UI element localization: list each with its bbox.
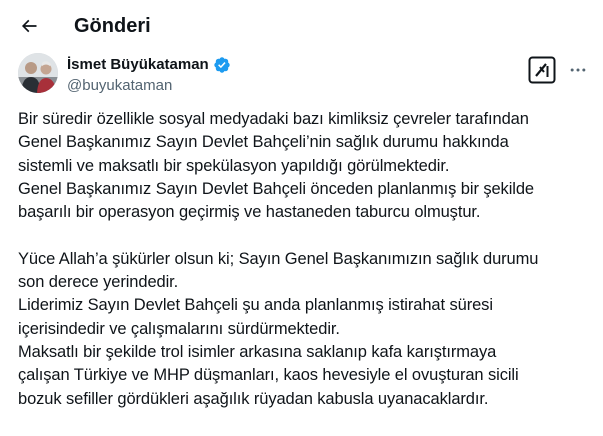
post-author: İsmet Büyükataman @buyukataman xyxy=(18,53,593,99)
more-horizontal-icon xyxy=(568,60,588,80)
post-line: sistemli ve maksatlı bir spekülasyon yap… xyxy=(18,156,450,175)
post-line: Bir süredir özellikle sosyal medyadaki b… xyxy=(18,110,529,128)
post-line: Genel Başkanımız Sayın Devlet Bahçeli ön… xyxy=(18,179,534,198)
post-line: çalışan Türkiye ve MHP düşmanları, kaos … xyxy=(18,366,519,385)
post-line: Maksatlı bir şekilde trol isimler arkası… xyxy=(18,342,497,361)
grok-icon xyxy=(528,56,556,84)
post-line: Genel Başkanımız Sayın Devlet Bahçeli’ni… xyxy=(18,133,509,152)
post-line: Yüce Allah’a şükürler olsun ki; Sayın Ge… xyxy=(18,249,539,268)
verified-badge-icon xyxy=(213,56,231,74)
post-text: Bir süredir özellikle sosyal medyadaki b… xyxy=(18,108,593,411)
avatar[interactable] xyxy=(18,53,58,93)
back-button[interactable] xyxy=(14,11,44,41)
post-line: içerisindedir ve çalışmalarını sürdürmek… xyxy=(18,319,340,338)
grok-button[interactable] xyxy=(528,56,556,84)
post-header: Gönderi xyxy=(0,0,603,52)
post-line: başarılı bir operasyon geçirmiş ve hasta… xyxy=(18,203,481,222)
post-line-spacer xyxy=(18,224,593,247)
name-row: İsmet Büyükataman xyxy=(67,55,231,75)
author-handle[interactable]: @buyukataman xyxy=(67,76,172,96)
more-button[interactable] xyxy=(563,56,593,84)
author-display-name[interactable]: İsmet Büyükataman xyxy=(67,55,209,75)
post-line: Liderimiz Sayın Devlet Bahçeli şu anda p… xyxy=(18,296,493,315)
post-line: bozuk sefiller gördükleri aşağılık rüyad… xyxy=(18,389,489,408)
page-title: Gönderi xyxy=(74,15,151,37)
arrow-left-icon xyxy=(19,16,39,36)
post-line: son derece yerindedir. xyxy=(18,273,179,292)
